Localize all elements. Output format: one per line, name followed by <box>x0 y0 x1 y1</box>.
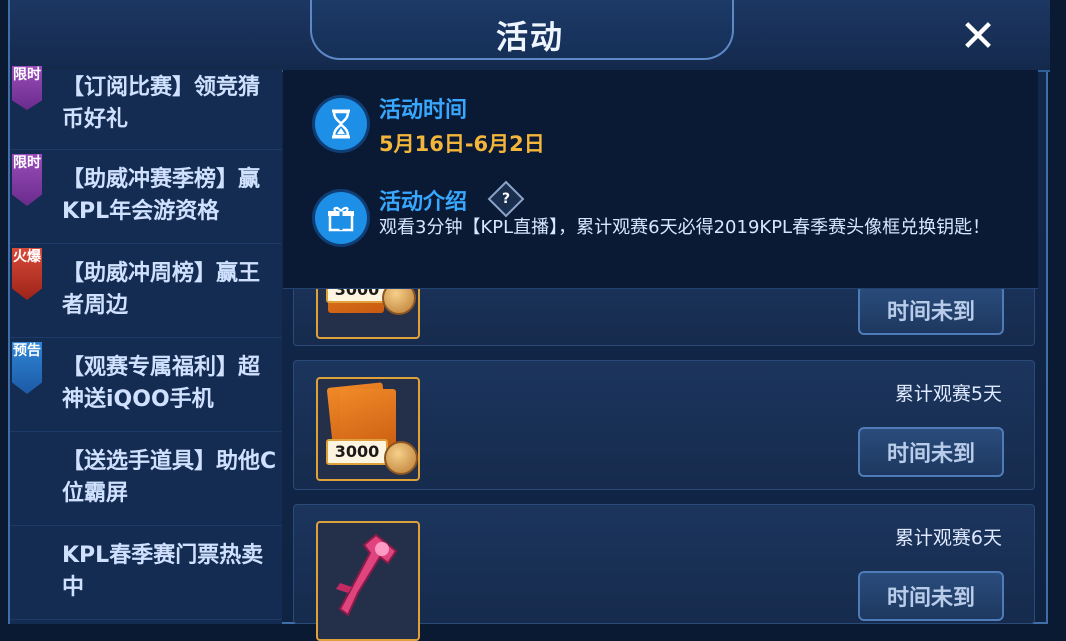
close-button[interactable]: ✕ <box>954 14 1002 60</box>
claim-button[interactable]: 时间未到 <box>858 571 1004 621</box>
sidebar-item-tickets[interactable]: KPL春季赛门票热卖中 <box>10 526 282 620</box>
claim-button[interactable]: 时间未到 <box>858 427 1004 477</box>
coupon-amount: 3000 <box>326 439 388 465</box>
sidebar-item-label: 【助威冲赛季榜】赢KPL年会游资格 <box>62 167 261 224</box>
reward-row: 3000 累计观赛5天 时间未到 <box>293 360 1035 490</box>
reward-condition: 累计观赛5天 <box>894 383 1002 405</box>
coin-icon <box>384 441 418 475</box>
help-icon[interactable]: ? <box>487 180 525 218</box>
gift-icon <box>315 192 367 244</box>
sidebar-item-label: 【助威冲周榜】赢王者周边 <box>62 261 261 318</box>
sidebar-item-week-rank[interactable]: 火爆 【助威冲周榜】赢王者周边 <box>10 244 282 338</box>
sidebar-item-label: 【观赛专属福利】超神送iQOO手机 <box>62 355 261 412</box>
intro-text: 观看3分钟【KPL直播】，累计观赛6天必得2019KPL春季赛头像框兑换钥匙！ <box>379 217 991 238</box>
sidebar-item-subscribe[interactable]: 限时 【订阅比赛】领竞猜币好礼 <box>10 66 282 150</box>
key-icon <box>336 533 398 617</box>
activity-sidebar: 限时 【订阅比赛】领竞猜币好礼 限时 【助威冲赛季榜】赢KPL年会游资格 火爆 … <box>10 66 282 624</box>
badge-limited: 限时 <box>12 66 42 110</box>
sidebar-item-label: 【订阅比赛】领竞猜币好礼 <box>62 75 261 132</box>
activity-info-panel: 活动时间 5月16日-6月2日 活动介绍 ? 观看3分钟【KPL直播】，累计观赛… <box>283 70 1038 289</box>
title-bar: 活动 ✕ <box>10 0 1050 72</box>
badge-hot: 火爆 <box>12 248 42 300</box>
time-label: 活动时间 <box>379 98 468 123</box>
claim-button[interactable]: 时间未到 <box>858 285 1004 335</box>
time-value: 5月16日-6月2日 <box>379 132 545 156</box>
hourglass-icon <box>315 98 367 150</box>
intro-label: 活动介绍 <box>379 190 468 215</box>
reward-row: 累计观赛6天 时间未到 <box>293 504 1035 641</box>
badge-preview: 预告 <box>12 342 42 394</box>
sidebar-item-player-props[interactable]: 【送选手道具】助他C位霸屏 <box>10 432 282 526</box>
sidebar-item-label: KPL春季赛门票热卖中 <box>62 543 264 600</box>
sidebar-item-label: 【送选手道具】助他C位霸屏 <box>62 449 277 506</box>
reward-item-key[interactable] <box>316 521 420 641</box>
sidebar-item-season-rank[interactable]: 限时 【助威冲赛季榜】赢KPL年会游资格 <box>10 150 282 244</box>
reward-item-coupon[interactable]: 3000 <box>316 377 420 481</box>
reward-condition: 累计观赛6天 <box>894 527 1002 549</box>
close-icon: ✕ <box>959 11 997 62</box>
badge-limited: 限时 <box>12 154 42 206</box>
window-title: 活动 <box>495 18 564 56</box>
sidebar-item-viewer-bonus[interactable]: 预告 【观赛专属福利】超神送iQOO手机 <box>10 338 282 432</box>
